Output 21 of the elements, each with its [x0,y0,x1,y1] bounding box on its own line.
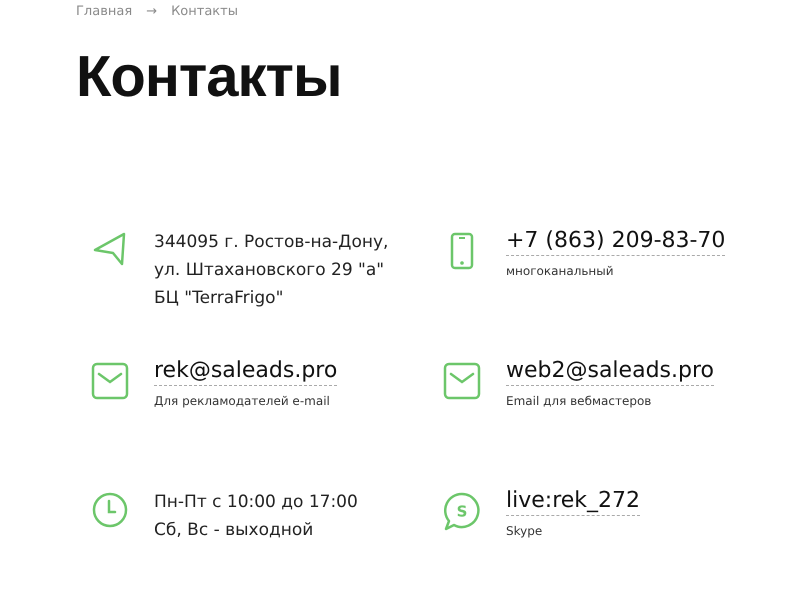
chat-bubble-icon: S [443,492,481,532]
contact-text: ул. Штахановского 29 "а" [154,259,386,282]
contact-text: Пн-Пт с 10:00 до 17:00 [154,491,358,514]
contact-link[interactable]: live:rek_272 [506,488,640,516]
pointer-arrow-icon [93,232,127,266]
contact-link[interactable]: rek@saleads.pro [154,358,338,386]
contact-note: Email для вебмастеров [506,394,652,408]
page-title: Контакты [76,43,342,110]
contact-note: Skype [506,524,544,538]
contact-text: БЦ "TerraFrigo" [154,287,284,310]
contact-text: 344095 г. Ростов-на-Дону, [154,231,388,254]
mail-icon [443,362,481,400]
breadcrumb-separator: → [146,4,158,19]
mail-icon [91,362,129,400]
contact-link[interactable]: +7 (863) 209-83-70 [506,228,726,256]
clock-icon [92,492,128,528]
contact-note: Для рекламодателей e-mail [154,394,331,408]
contact-link[interactable]: web2@saleads.pro [506,358,714,386]
contact-text: Сб, Вс - выходной [154,519,314,542]
phone-icon [450,232,474,270]
contact-note: многоканальный [506,264,615,278]
